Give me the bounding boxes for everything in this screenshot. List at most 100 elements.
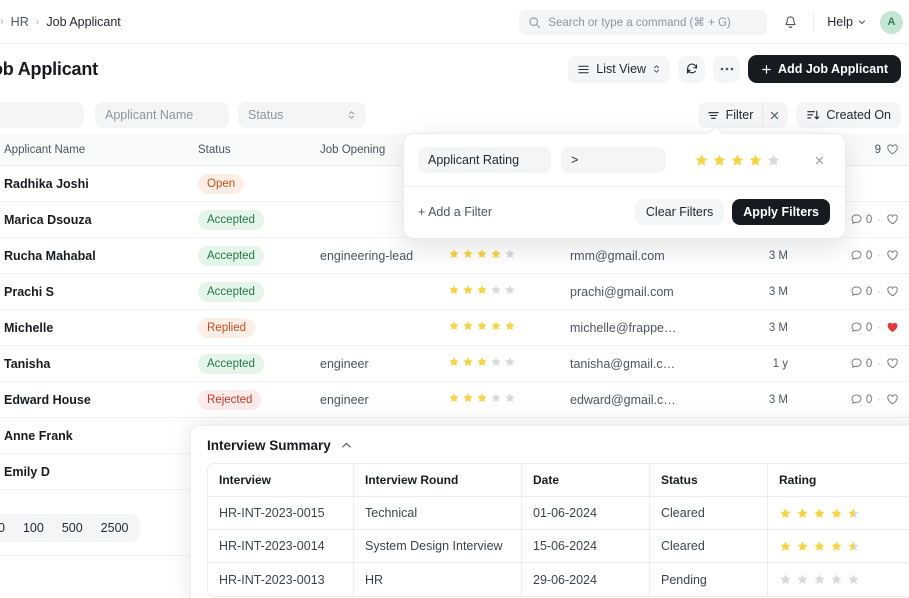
cell-interview-date: 01-06-2024 [522,496,650,530]
search-placeholder-text: Search or type a command (⌘ + G) [548,17,731,29]
chevron-up-icon[interactable] [340,439,353,452]
avatar[interactable]: A [880,10,903,34]
table-row[interactable]: Prachi S Accepted prachi@gmail.com 3 M 0… [0,274,909,310]
cell-meta: 0 · [788,357,909,370]
meta-separator: · [877,213,881,226]
table-row[interactable]: Edward House Rejected engineer edward@gm… [0,382,909,418]
filter-popup-footer: + Add a Filter Clear Filters Apply Filte… [404,186,845,238]
cell-interview-rating [768,530,909,563]
clear-filter-icon[interactable] [762,102,788,128]
help-menu[interactable]: Help [824,15,870,29]
cell-modified: 3 M [768,249,788,262]
filter-operator-select[interactable]: > [561,147,666,173]
column-header-status[interactable]: Status [198,144,320,156]
interview-row[interactable]: HR-INT-2023-0013 HR 29-06-2024 Pending [208,563,909,596]
header-like-count: 9 [874,143,881,156]
rating-stars[interactable] [448,392,516,404]
sort-button[interactable]: Created On [796,102,901,128]
quick-filter-applicant-name[interactable]: Applicant Name [95,102,229,128]
page-size-100[interactable]: 100 [23,521,44,535]
comment-count[interactable]: 0 [850,321,872,334]
quick-filter-partial[interactable] [0,102,84,128]
heart-icon[interactable] [886,249,899,262]
filter-condition-row: Applicant Rating > [404,134,845,186]
heart-icon[interactable] [886,213,899,226]
pagination-divider [0,555,190,556]
rating-stars[interactable] [448,284,516,296]
notifications-bell-icon[interactable] [777,9,803,35]
filter-rating-value[interactable] [676,153,798,168]
quick-filter-status[interactable]: Status [238,102,366,128]
cell-modified: 3 M [768,321,788,334]
page-size-2500[interactable]: 2500 [101,521,129,535]
apply-filters-button[interactable]: Apply Filters [732,199,830,225]
list-icon [577,63,590,76]
filter-field-select[interactable]: Applicant Rating [418,147,551,173]
rating-stars[interactable] [448,248,516,260]
comment-count[interactable]: 0 [850,285,872,298]
column-header-date: Date [522,464,650,497]
interview-row[interactable]: HR-INT-2023-0015 Technical 01-06-2024 Cl… [208,496,909,530]
heart-icon[interactable] [886,143,899,156]
list-view-label: List View [596,62,647,76]
cell-applicant-name[interactable]: Prachi S [0,285,198,299]
cell-applicant-name[interactable]: Marica Dsouza [0,213,198,227]
rating-stars[interactable] [448,356,516,368]
table-row[interactable]: Rucha Mahabal Accepted engineering-lead … [0,238,909,274]
comment-count[interactable]: 0 [850,357,872,370]
cell-interview-id[interactable]: HR-INT-2023-0015 [208,496,354,530]
comment-count[interactable]: 0 [850,249,872,262]
cell-interview-id[interactable]: HR-INT-2023-0014 [208,529,354,563]
filter-button-group: Filter [697,102,789,128]
table-row[interactable]: Tanisha Accepted engineer tanisha@gmail.… [0,346,909,382]
cell-email: michelle@frappe… [570,320,677,335]
clear-filters-button[interactable]: Clear Filters [634,199,725,225]
interview-summary-table: Interview Interview Round Date Status Ra… [207,463,909,597]
add-job-applicant-button[interactable]: Add Job Applicant [748,55,901,83]
breadcrumb-item-job-applicant[interactable]: Job Applicant [46,15,120,29]
cell-applicant-name[interactable]: Emily D [0,465,198,479]
rating-stars [779,507,860,520]
add-filter-link[interactable]: + Add a Filter [418,205,492,219]
cell-interview-rating [768,563,909,596]
filter-button[interactable]: Filter [698,102,763,128]
cell-interview-status: Cleared [650,529,768,563]
comment-count[interactable]: 0 [850,213,872,226]
cell-applicant-name[interactable]: Edward House [0,393,198,407]
heart-icon[interactable] [886,357,899,370]
page-size-500[interactable]: 500 [62,521,83,535]
rating-stars [779,540,860,553]
heart-icon[interactable] [886,393,899,406]
cell-applicant-name[interactable]: Anne Frank [0,429,198,443]
heart-icon[interactable] [886,285,899,298]
refresh-button[interactable] [678,55,706,83]
cell-status: Accepted [198,353,320,374]
cell-applicant-name[interactable]: Michelle [0,321,198,335]
rating-stars[interactable] [448,320,516,332]
cell-status: Open [198,173,320,194]
heart-filled-icon[interactable] [886,321,899,334]
search-input[interactable]: Search or type a command (⌘ + G) [519,9,768,35]
list-view-switcher[interactable]: List View [568,55,671,83]
cell-interview-round: HR [354,563,522,596]
interview-summary-header[interactable]: Interview Summary [191,426,909,463]
column-header-applicant-name[interactable]: Applicant Name [0,144,198,156]
cell-interview-id[interactable]: HR-INT-2023-0013 [208,563,354,596]
remove-condition-icon[interactable] [808,155,830,166]
rating-stars[interactable] [694,153,781,168]
more-options-button[interactable] [713,55,741,83]
filter-icon [707,109,720,122]
cell-rating [448,320,570,335]
page-size-0[interactable]: 0 [0,521,5,535]
cell-applicant-name[interactable]: Tanisha [0,357,198,371]
cell-applicant-name[interactable]: Radhika Joshi [0,177,198,191]
column-header-interview: Interview [208,464,354,497]
app-root: › HR › Job Applicant Search or type a co… [0,0,909,598]
chevron-down-icon [857,17,867,27]
table-row[interactable]: Michelle Replied michelle@frappe… 3 M 0 … [0,310,909,346]
interview-row[interactable]: HR-INT-2023-0014 System Design Interview… [208,529,909,563]
comment-count[interactable]: 0 [850,393,872,406]
cell-applicant-name[interactable]: Rucha Mahabal [0,249,198,263]
breadcrumb-item-hr[interactable]: HR [11,15,29,29]
quick-filter-applicant-name-label: Applicant Name [105,108,194,122]
